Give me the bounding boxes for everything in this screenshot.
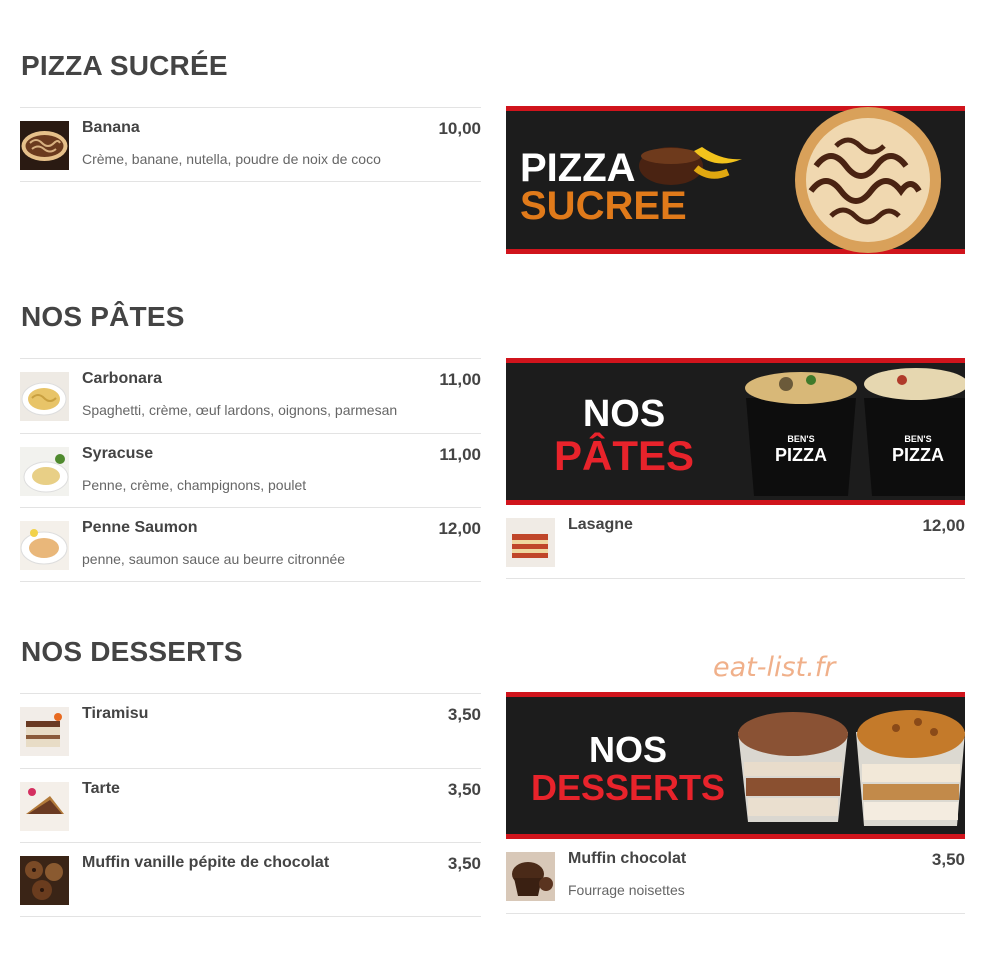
cup-brand: BEN'S	[904, 434, 931, 444]
menu-item-banana[interactable]: Banana Crème, banane, nutella, poudre de…	[20, 107, 481, 182]
menu-item-syracuse[interactable]: Syracuse Penne, crème, champignons, poul…	[20, 433, 481, 507]
item-name: Carbonara	[82, 370, 163, 387]
menu-item-muffin-chocolat[interactable]: Muffin chocolat Fourrage noisettes 3,50	[506, 839, 965, 914]
section-title-pizza-sucree: PIZZA SUCRÉE	[21, 50, 228, 81]
menu-list-nos-desserts-right: Muffin chocolat Fourrage noisettes 3,50	[506, 839, 965, 914]
item-price: 3,50	[931, 850, 965, 869]
section-title-nos-pates: NOS PÂTES	[21, 301, 185, 332]
item-description: Fourrage noisettes	[568, 882, 685, 898]
item-name: Muffin vanille pépite de chocolat	[82, 854, 330, 871]
item-description: Spaghetti, crème, œuf lardons, oignons, …	[82, 402, 398, 418]
thumbnail-banana-pizza	[20, 121, 69, 170]
banner-text-line2: PÂTES	[554, 431, 694, 479]
thumbnail-tiramisu	[20, 707, 69, 756]
thumbnail-muffin-chocolat	[506, 852, 555, 901]
menu-item-muffin-vanille[interactable]: Muffin vanille pépite de chocolat 3,50	[20, 842, 481, 917]
item-name: Muffin chocolat	[568, 850, 687, 867]
item-name: Banana	[82, 119, 140, 136]
watermark: eat-list.fr	[713, 652, 836, 683]
menu-item-lasagne[interactable]: Lasagne 12,00	[506, 505, 965, 579]
menu-item-tarte[interactable]: Tarte 3,50	[20, 768, 481, 842]
item-price: 12,00	[438, 519, 481, 538]
cup-label: PIZZA	[775, 445, 827, 465]
item-price: 11,00	[439, 370, 481, 389]
thumbnail-syracuse	[20, 447, 69, 496]
item-name: Tiramisu	[82, 705, 149, 722]
banner-nos-pates: NOS PÂTES BEN'S PIZZA BEN'S PIZZA	[506, 358, 968, 505]
section-title-nos-desserts: NOS DESSERTS	[21, 636, 243, 667]
item-name: Syracuse	[82, 445, 154, 462]
menu-list-nos-pates-right: Lasagne 12,00	[506, 505, 965, 579]
menu-item-tiramisu[interactable]: Tiramisu 3,50	[20, 693, 481, 768]
item-price: 3,50	[447, 780, 481, 799]
banner-text-line1: NOS	[589, 729, 667, 770]
item-price: 3,50	[447, 854, 481, 873]
cup-brand: BEN'S	[787, 434, 814, 444]
menu-list-nos-desserts: Tiramisu 3,50 Tarte 3,50 Muffin vanille …	[20, 693, 481, 917]
item-price: 3,50	[447, 705, 481, 724]
banner-text-line2: DESSERTS	[531, 767, 725, 808]
banner-nos-desserts: NOS DESSERTS	[506, 692, 965, 839]
cup-label: PIZZA	[892, 445, 944, 465]
banner-text-line1: NOS	[583, 393, 665, 435]
menu-item-penne-saumon[interactable]: Penne Saumon penne, saumon sauce au beur…	[20, 507, 481, 582]
item-price: 11,00	[439, 445, 481, 464]
thumbnail-carbonara	[20, 372, 69, 421]
item-name: Tarte	[82, 780, 120, 797]
item-description: Penne, crème, champignons, poulet	[82, 477, 307, 493]
banner-text-line2: SUCREE	[520, 184, 687, 228]
item-price: 10,00	[438, 119, 481, 138]
menu-list-nos-pates: Carbonara Spaghetti, crème, œuf lardons,…	[20, 358, 481, 582]
thumbnail-tarte	[20, 782, 69, 831]
banner-pizza-sucree: PIZZA SUCREE	[506, 106, 965, 254]
item-description: Crème, banane, nutella, poudre de noix d…	[82, 151, 381, 167]
item-name: Penne Saumon	[82, 519, 198, 536]
item-description: penne, saumon sauce au beurre citronnée	[82, 551, 346, 567]
menu-item-carbonara[interactable]: Carbonara Spaghetti, crème, œuf lardons,…	[20, 358, 481, 433]
menu-list-pizza-sucree: Banana Crème, banane, nutella, poudre de…	[20, 107, 481, 182]
item-name: Lasagne	[568, 516, 633, 533]
item-price: 12,00	[922, 516, 965, 535]
thumbnail-muffin-vanille	[20, 856, 69, 905]
thumbnail-lasagne	[506, 518, 555, 567]
thumbnail-penne-saumon	[20, 521, 69, 570]
